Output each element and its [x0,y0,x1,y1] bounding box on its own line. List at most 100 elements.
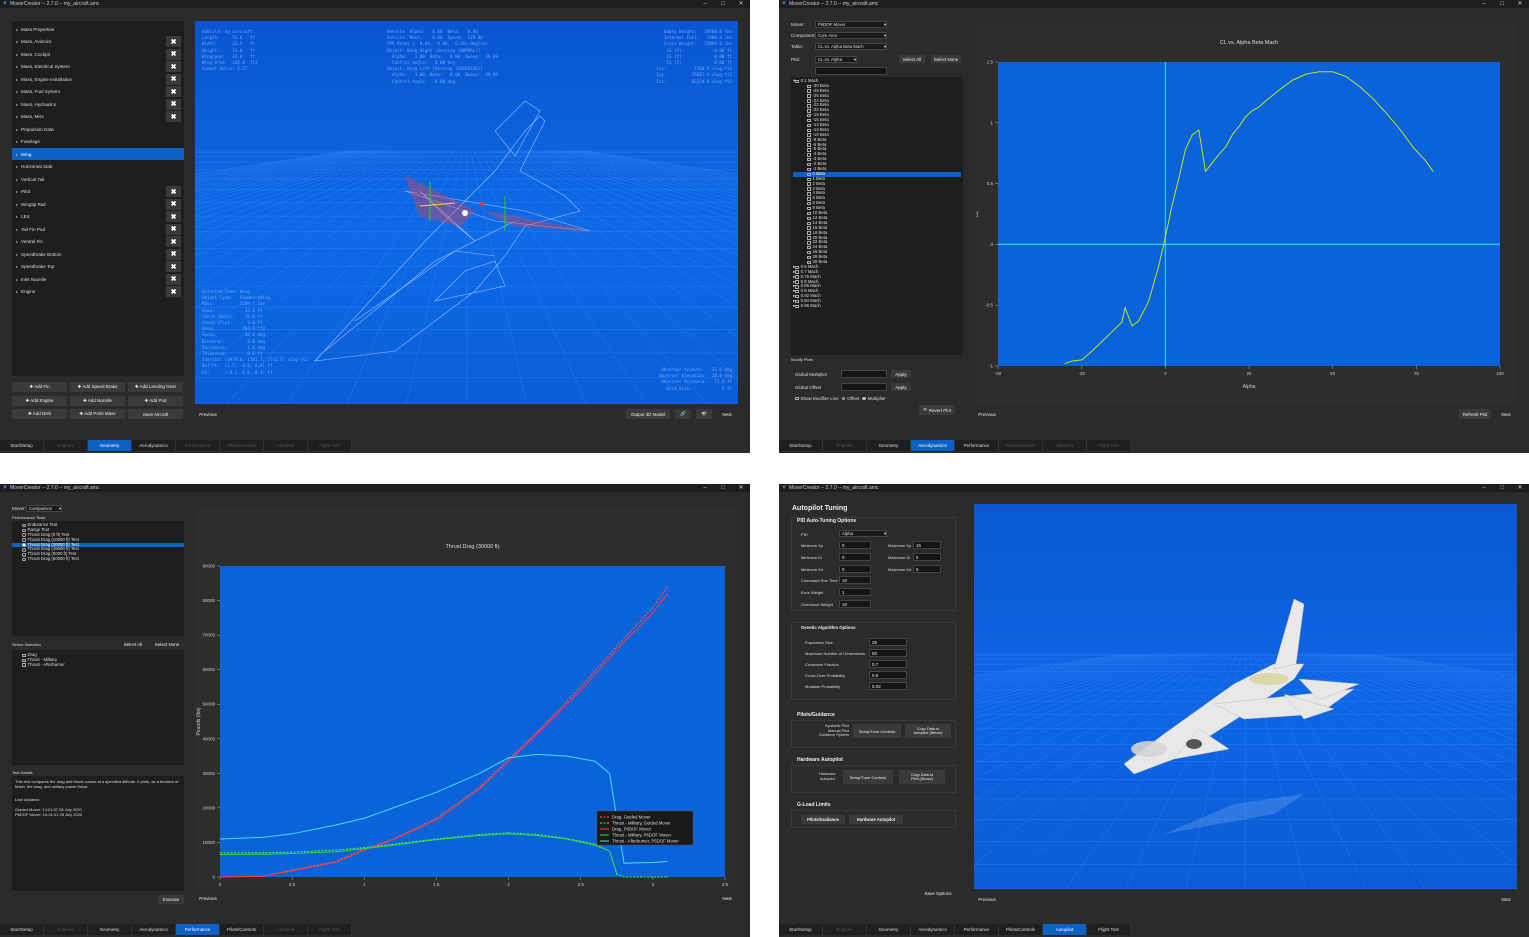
crossover-probability-input[interactable]: 0.5 [869,671,907,679]
remove-item-button[interactable]: ✖ [166,236,181,247]
global-multiplier-input[interactable] [841,370,887,378]
list-item-mass-hydraulics[interactable]: ▸ Mass, Hydraulics [12,98,184,110]
tab-autopilot[interactable]: Autopilot [264,924,308,935]
maximize-button[interactable]: □ [1493,0,1511,8]
series-item[interactable]: Thrust - Afterburner [22,662,182,668]
tab-performance[interactable]: Performance [955,924,999,935]
tree-checkbox[interactable] [807,118,811,123]
tab-engines[interactable]: Engines [44,440,88,451]
series-checkbox[interactable] [22,658,26,663]
previous-button[interactable]: Previous [974,894,1000,904]
tab-geometry[interactable]: Geometry [867,440,911,451]
list-item-fuselage[interactable]: ▸ Fuselage [12,136,184,148]
list-item-lex[interactable]: ▸ LEX [12,211,184,223]
list-item-pitot[interactable]: ▸ Pitot [12,186,184,198]
test-radio[interactable] [22,548,26,552]
tree-checkbox[interactable] [807,255,811,260]
multiplier-radio[interactable] [862,396,866,401]
tab-engines[interactable]: Engines [44,924,88,935]
tab-pilots-controls[interactable]: Pilots/Controls [999,924,1043,935]
chevron-right-icon[interactable]: ▸ [16,89,18,94]
chevron-right-icon[interactable]: ▸ [16,252,18,257]
chevron-right-icon[interactable]: ▸ [16,177,18,182]
remove-item-button[interactable]: ✖ [166,111,181,122]
chevron-right-icon[interactable]: ▸ [16,214,18,219]
test-radio[interactable] [22,557,26,562]
chevron-right-icon[interactable]: ▸ [16,77,18,82]
tree-checkbox[interactable] [795,304,799,309]
tab-start-setup[interactable]: Start/Setup [779,440,823,451]
add-fin-button[interactable]: ✚ Add Fin [12,382,67,392]
previous-button[interactable]: Previous [195,893,221,903]
minimize-button[interactable]: – [1475,484,1493,492]
tree-checkbox[interactable] [807,201,811,206]
filter-input[interactable] [815,67,887,75]
chevron-right-icon[interactable]: ▸ [16,227,18,232]
error-weight-input[interactable]: 1 [839,588,871,596]
component-select[interactable]: Core Aero ▾ [815,32,887,39]
tab-aerodynamics[interactable]: Aerodynamics [132,440,176,451]
list-item-mass-avionics[interactable]: ▸ Mass, Avionics [12,36,184,48]
chevron-right-icon[interactable]: ▸ [16,277,18,282]
tree-checkbox[interactable] [795,270,799,274]
tab-pilots-controls[interactable]: Pilots/Controls [220,924,264,935]
3d-viewport[interactable] [779,504,1529,890]
max-kp-input[interactable]: 15 [913,541,941,549]
remove-item-button[interactable]: ✖ [166,273,181,285]
tab-start-setup[interactable]: Start/Setup [0,924,44,935]
apply-multiplier-button[interactable]: Apply [891,370,911,378]
eye-icon[interactable]: 👁 [696,409,712,419]
tree-checkbox[interactable] [807,143,811,147]
tree-checkbox[interactable] [807,187,811,191]
remove-item-button[interactable]: ✖ [166,36,181,47]
close-button[interactable]: ✕ [732,484,750,492]
tree-mach-item[interactable]: ▸ 0.96 Mach [793,303,961,309]
max-kd-input[interactable]: 5 [913,565,941,573]
test-radio[interactable] [22,543,26,547]
series-checkbox[interactable] [22,653,26,658]
maximize-button[interactable]: □ [714,484,732,492]
test-item[interactable]: Thrust Drag (60000 ft) Test [12,556,184,562]
chevron-right-icon[interactable]: ▸ [16,289,18,294]
tree-checkbox[interactable] [807,226,811,230]
tab-performance[interactable]: Performance [176,924,220,935]
previous-button[interactable]: Previous [974,409,1000,419]
output-3d-model-button[interactable]: Output 3D Model [626,409,670,419]
add-point-mass-button[interactable]: ✚ Add Point Mass [70,409,125,419]
crossover-fraction-input[interactable]: 0.7 [869,660,907,668]
tab-start-setup[interactable]: Start/Setup [779,924,823,935]
tree-checkbox[interactable] [807,162,811,167]
g-hardware-autopilot-button[interactable]: Hardware Autopilot [849,815,903,824]
tree-checkbox[interactable] [807,236,811,240]
chevron-right-icon[interactable]: ▸ [16,189,18,194]
select-none-button[interactable]: Select None [152,640,182,648]
chevron-right-icon[interactable]: ▸ [16,64,18,69]
remove-item-button[interactable]: ✖ [166,186,181,197]
next-button[interactable]: Next [1496,409,1516,419]
tab-engines[interactable]: Engines [823,440,867,451]
mutation-probability-input[interactable]: 0.02 [869,682,907,690]
remove-item-button[interactable]: ✖ [166,211,181,222]
add-landing-gear-button[interactable]: ✚ Add Landing Gear [128,382,183,392]
tree-checkbox[interactable] [795,280,799,284]
tree-checkbox[interactable] [807,177,811,181]
population-input[interactable]: 25 [869,638,907,646]
save-options-button[interactable]: Save Options [921,889,955,898]
list-item-engine[interactable]: ▸ Engine [12,286,184,298]
chevron-right-icon[interactable]: ▸ [16,52,18,57]
test-radio[interactable] [22,553,26,557]
list-item-tail-fin-pod[interactable]: ▸ Tail Fin Pod [12,223,184,235]
tab-aerodynamics[interactable]: Aerodynamics [911,924,955,935]
execute-button[interactable]: Execute [158,895,184,904]
list-item-wing[interactable]: ▸ Wing [12,148,184,160]
tree-checkbox[interactable] [807,172,811,177]
pid-select[interactable]: Alpha ▾ [839,530,887,537]
chevron-right-icon[interactable]: ▸ [16,164,18,169]
tree-checkbox[interactable] [807,123,811,128]
minimize-button[interactable]: – [696,0,714,8]
save-aircraft-button[interactable]: Save Aircraft [128,409,183,419]
g-pilots-guidance-button[interactable]: Pilots/Guidance [801,815,845,824]
minimize-button[interactable]: – [1475,0,1493,8]
copy-to-autopilot-button[interactable]: Copy Data to Autopilot (Below) [905,724,951,738]
tree-checkbox[interactable] [795,285,799,289]
